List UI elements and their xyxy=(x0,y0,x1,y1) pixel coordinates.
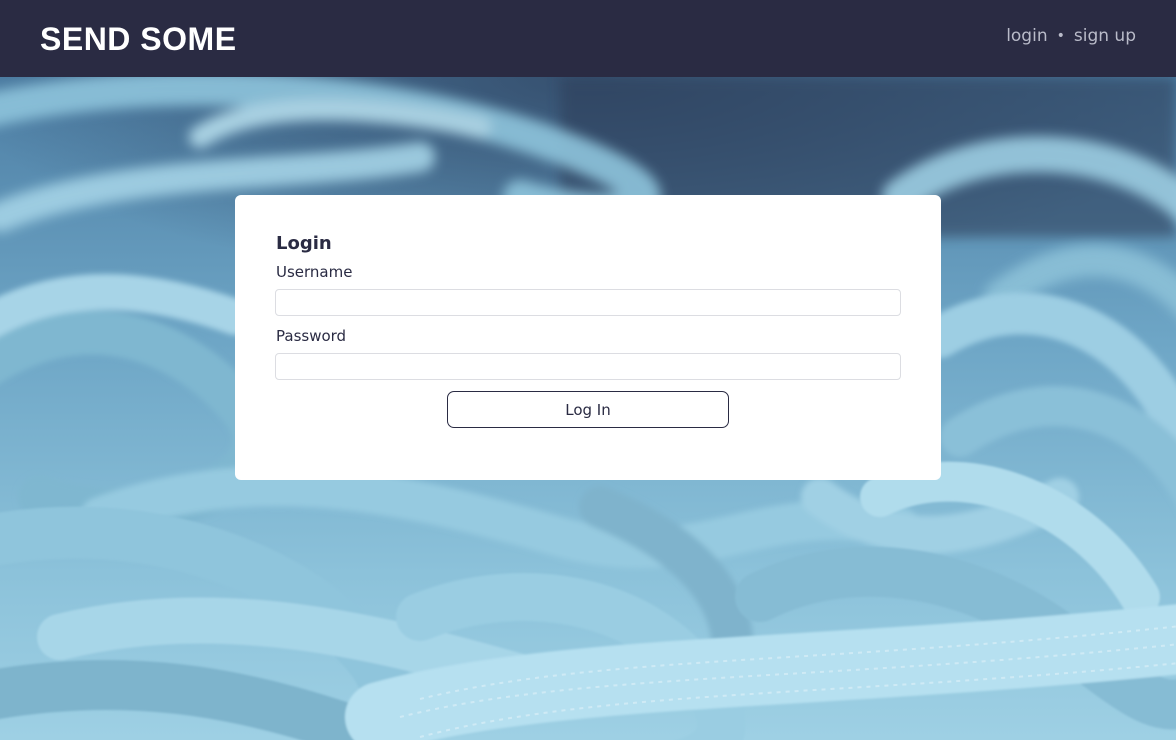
nav-login-link[interactable]: login xyxy=(1006,26,1047,46)
login-title: Login xyxy=(276,233,332,254)
password-label: Password xyxy=(276,327,347,345)
password-input[interactable] xyxy=(275,353,901,380)
login-card: Login Username Password Log In xyxy=(235,195,941,480)
login-button[interactable]: Log In xyxy=(447,391,729,428)
top-navbar: SEND SOME login • sign up xyxy=(0,0,1176,77)
username-input[interactable] xyxy=(275,289,901,316)
nav-links: login • sign up xyxy=(1006,26,1136,46)
brand-logo[interactable]: SEND SOME xyxy=(40,21,237,58)
nav-signup-link[interactable]: sign up xyxy=(1074,26,1136,46)
nav-separator: • xyxy=(1056,27,1065,44)
username-label: Username xyxy=(276,263,353,281)
